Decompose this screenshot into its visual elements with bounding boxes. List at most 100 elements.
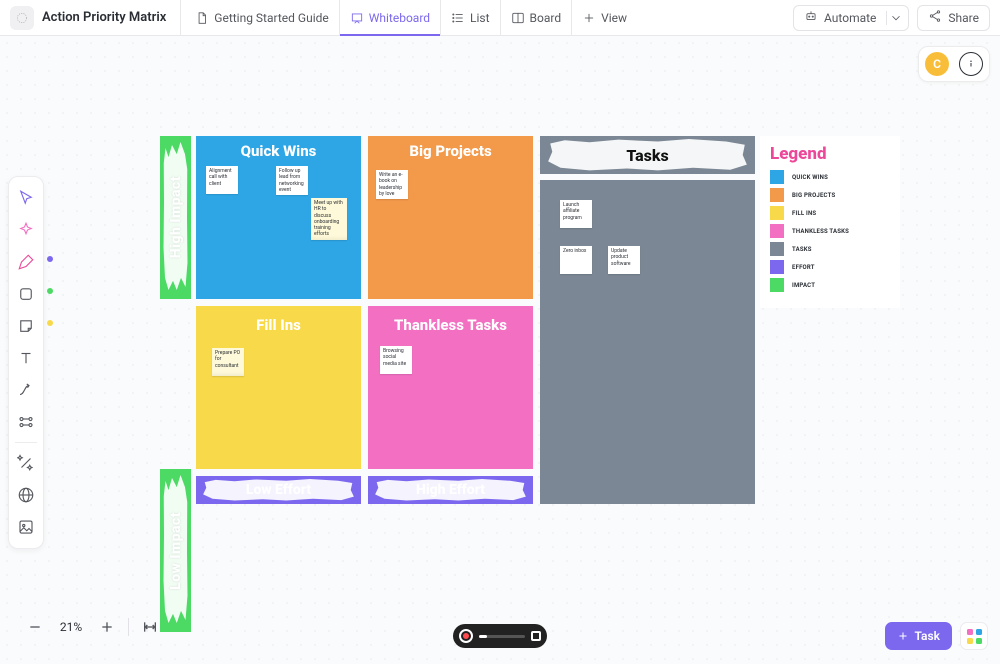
relations-tool[interactable]	[11, 407, 41, 437]
legend-label: IMPACT	[792, 282, 815, 289]
text-tool[interactable]	[11, 343, 41, 373]
quad-title: Fill Ins	[202, 316, 355, 334]
sticky-note[interactable]: Follow up lead from networking event	[276, 166, 308, 195]
record-progress	[479, 635, 525, 638]
quadrant-big-projects[interactable]: Big Projects Write an e-book on leadersh…	[368, 136, 533, 299]
sticky-note[interactable]: Browsing social media site	[380, 346, 412, 374]
top-right-tools: Automate Share	[793, 5, 990, 31]
tasks-header: Tasks	[540, 136, 755, 174]
fit-width-button[interactable]	[137, 614, 163, 640]
tab-label: Board	[530, 11, 562, 25]
legend-swatch	[770, 206, 784, 220]
zoom-out-button[interactable]	[22, 614, 48, 640]
tab-label: Whiteboard	[369, 11, 430, 25]
shape-tool[interactable]	[11, 279, 41, 309]
task-button-label: Task	[915, 629, 941, 643]
avatar[interactable]: C	[925, 52, 949, 76]
doc-icon	[195, 11, 209, 25]
legend-swatch	[770, 260, 784, 274]
image-tool[interactable]	[11, 512, 41, 542]
whiteboard-canvas[interactable]: C High Impact Low Impact Quick Wins Alig…	[0, 36, 1000, 664]
tab-label: View	[601, 11, 627, 25]
sticky-note[interactable]: Zero inbox	[560, 246, 592, 274]
share-label: Share	[948, 11, 979, 25]
legend-row: THANKLESS TASKS	[770, 224, 890, 238]
sticky-note[interactable]: Update product software	[608, 246, 640, 274]
legend-row: QUICK WINS	[770, 170, 890, 184]
matrix-board: High Impact Low Impact Quick Wins Alignm…	[160, 136, 900, 546]
legend-swatch	[770, 188, 784, 202]
recording-pill[interactable]	[453, 624, 547, 648]
zoom-controls: 21%	[14, 608, 171, 646]
quadrant-thankless[interactable]: Thankless Tasks Browsing social media si…	[368, 306, 533, 469]
automate-button[interactable]: Automate	[793, 5, 909, 31]
info-button[interactable]	[959, 52, 983, 76]
magic-tool[interactable]	[11, 448, 41, 478]
legend-row: FILL INS	[770, 206, 890, 220]
left-toolbar	[8, 176, 44, 549]
page-title: Action Priority Matrix	[42, 10, 166, 25]
zoom-level[interactable]: 21%	[56, 620, 86, 634]
legend-label: TASKS	[792, 246, 812, 253]
tab-board[interactable]: Board	[501, 0, 573, 35]
web-tool[interactable]	[11, 480, 41, 510]
legend-label: EFFORT	[792, 264, 815, 271]
sticky-note[interactable]: Prepare PO for consultant	[212, 348, 244, 376]
tasks-column[interactable]: Launch affiliate program Zero inbox Upda…	[540, 180, 755, 504]
legend-swatch	[770, 278, 784, 292]
tab-getting-started[interactable]: Getting Started Guide	[185, 0, 339, 35]
legend-label: BIG PROJECTS	[792, 192, 835, 199]
axis-low-effort: Low Effort	[196, 476, 361, 504]
view-tabs: Getting Started Guide Whiteboard List Bo…	[180, 0, 637, 35]
legend-label: FILL INS	[792, 210, 816, 217]
legend-row: EFFORT	[770, 260, 890, 274]
sticky-note[interactable]: Launch affiliate program	[560, 200, 592, 228]
sticky-tool[interactable]	[11, 311, 41, 341]
quad-title: Big Projects	[374, 142, 527, 160]
robot-icon	[804, 9, 818, 26]
legend-label: QUICK WINS	[792, 174, 828, 181]
share-button[interactable]: Share	[917, 5, 990, 31]
quad-title: Thankless Tasks	[374, 316, 527, 334]
apps-button[interactable]	[960, 622, 988, 650]
legend-swatch	[770, 224, 784, 238]
workspace-icon[interactable]	[10, 6, 34, 30]
tab-label: Getting Started Guide	[214, 11, 328, 25]
legend-panel: Legend QUICK WINS BIG PROJECTS FILL INS THA…	[760, 136, 900, 308]
ai-tool[interactable]	[11, 215, 41, 245]
new-task-button[interactable]: Task	[885, 622, 953, 650]
top-bar: Action Priority Matrix Getting Started G…	[0, 0, 1000, 36]
connector-tool[interactable]	[11, 375, 41, 405]
tab-whiteboard[interactable]: Whiteboard	[340, 0, 441, 35]
share-icon	[928, 9, 942, 26]
automate-label: Automate	[824, 11, 876, 25]
select-tool[interactable]	[11, 183, 41, 213]
legend-row: IMPACT	[770, 278, 890, 292]
sticky-note[interactable]: Meet up with HR to discuss onboarding tr…	[311, 198, 347, 240]
whiteboard-icon	[350, 11, 364, 25]
tab-add-view[interactable]: View	[572, 0, 637, 35]
tab-list[interactable]: List	[441, 0, 501, 35]
legend-label: THANKLESS TASKS	[792, 228, 849, 235]
tab-label: List	[470, 11, 490, 25]
legend-swatch	[770, 170, 784, 184]
quadrant-quick-wins[interactable]: Quick Wins Alignment call with client Fo…	[196, 136, 361, 299]
stop-icon[interactable]	[531, 631, 541, 641]
plus-icon	[582, 11, 596, 25]
axis-high-impact: High Impact	[160, 136, 191, 299]
sticky-note[interactable]: Alignment call with client	[206, 166, 238, 194]
presence-panel: C	[918, 46, 990, 82]
board-icon	[511, 11, 525, 25]
quadrant-fill-ins[interactable]: Fill Ins Prepare PO for consultant	[196, 306, 361, 469]
quad-title: Quick Wins	[202, 142, 355, 160]
axis-high-effort: High Effort	[368, 476, 533, 504]
legend-row: BIG PROJECTS	[770, 188, 890, 202]
sticky-note[interactable]: Write an e-book on leadership by love	[376, 170, 408, 199]
list-icon	[451, 11, 465, 25]
bottom-right-actions: Task	[885, 622, 989, 650]
chevron-down-icon[interactable]	[886, 11, 904, 25]
zoom-in-button[interactable]	[94, 614, 120, 640]
pen-tool[interactable]	[11, 247, 41, 277]
legend-row: TASKS	[770, 242, 890, 256]
legend-title: Legend	[770, 144, 890, 164]
